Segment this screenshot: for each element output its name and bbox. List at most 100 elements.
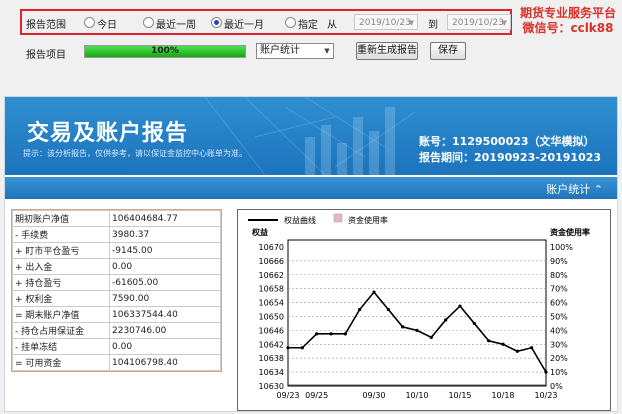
y2-tick-label: 20%	[550, 354, 568, 363]
y-tick-label: 10646	[259, 326, 284, 335]
equity-chart: 权益曲线 资金使用率 权益 资金使用率 10630 0% 10634 10% 10638 20% 1…	[237, 209, 611, 411]
equity-point	[487, 339, 491, 343]
radio-custom[interactable]	[285, 17, 296, 28]
row-value: 104106798.40	[109, 354, 221, 371]
report-panel: 交易及账户报告 提示：该分析报告，仅供参考，请以保证金监控中心账单为准。 账号：…	[4, 96, 618, 412]
y2-tick-label: 60%	[550, 299, 568, 308]
table-row: - 持仓占用保证金 2230746.00	[12, 322, 221, 339]
equity-point	[386, 307, 390, 312]
row-value: 7590.00	[109, 290, 221, 307]
equity-point	[429, 335, 433, 339]
radio-last-month[interactable]	[211, 17, 222, 28]
range-label: 报告范围	[26, 20, 66, 31]
regenerate-report-button[interactable]: 重新生成报告	[356, 42, 418, 60]
from-label: 从	[327, 20, 337, 31]
table-row: + 盯市平仓盈亏 -9145.00	[12, 242, 221, 259]
y-tick-label: 10658	[259, 285, 284, 294]
y-tick-label: 10634	[259, 368, 284, 377]
x-tick-label: 10/15	[448, 391, 471, 400]
table-row: + 出入金 0.00	[12, 258, 221, 275]
equity-series-line	[288, 290, 547, 373]
equity-point	[472, 321, 476, 326]
row-value: 0.00	[109, 338, 221, 355]
equity-point	[415, 328, 419, 332]
x-tick-label: 09/30	[362, 391, 385, 400]
watermark: 期货专业服务平台 微信号：cclk88	[520, 6, 616, 36]
to-date-value: 2019/10/23	[452, 18, 504, 28]
row-label: - 持仓占用保证金	[12, 322, 110, 339]
y2-tick-label: 90%	[550, 257, 568, 266]
watermark-line1: 期货专业服务平台	[519, 6, 616, 20]
row-label: = 期末账户净值	[12, 306, 110, 323]
from-date-value: 2019/10/23	[359, 18, 411, 28]
y-tick-label: 10638	[259, 354, 284, 363]
from-date-picker[interactable]: 2019/10/23 ▼	[354, 14, 418, 30]
row-label: + 持仓盈亏	[12, 274, 110, 291]
radio-last-week-label[interactable]: 最近一周	[156, 16, 196, 31]
report-tip: 提示：该分析报告，仅供参考，请以保证金监控中心账单为准。	[23, 149, 247, 158]
y-tick-label: 10662	[259, 271, 284, 280]
equity-point	[530, 346, 534, 350]
equity-point	[358, 307, 362, 312]
row-value: 2230746.00	[109, 322, 221, 339]
row-value: 0.00	[109, 258, 221, 275]
to-date-picker[interactable]: 2019/10/23 ▼	[447, 14, 511, 30]
report-period: 报告期间：20190923-20191023	[419, 151, 602, 164]
row-label: + 出入金	[12, 258, 110, 275]
equity-point	[286, 346, 290, 350]
equity-chart-svg: 权益曲线 资金使用率权益 资金使用率10630 0%10634 10%10638 20%1…	[248, 213, 590, 400]
radio-today[interactable]	[84, 17, 95, 28]
report-item-select-value: 账户统计	[260, 45, 300, 56]
radio-last-month-label[interactable]: 最近一月	[224, 16, 264, 31]
account-stats-table: 期初账户净值 106404684.77- 手续费 3980.37 + 盯市平仓盈亏 -9…	[11, 209, 222, 372]
x-tick-label: 10/10	[405, 391, 428, 400]
report-title: 交易及账户报告	[27, 121, 189, 146]
section-title: 账户统计 ⌃	[546, 183, 603, 196]
row-value: 106337544.40	[109, 306, 221, 323]
radio-today-label[interactable]: 今日	[97, 16, 117, 31]
equity-point	[315, 332, 319, 336]
y-axis-title: 权益	[251, 227, 268, 237]
equity-point	[401, 325, 405, 329]
row-label: + 权利金	[12, 290, 110, 307]
equity-point	[501, 342, 505, 346]
x-tick-label: 09/25	[305, 391, 328, 400]
y-tick-label: 10630	[259, 382, 284, 391]
equity-point	[544, 370, 548, 374]
toolbar: 报告范围 今日 最近一周 最近一月 指定 从 2019/10/23 ▼ 到 20…	[0, 0, 622, 92]
table-row: + 持仓盈亏 -61605.00	[12, 274, 221, 291]
equity-point	[329, 332, 333, 336]
equity-point	[458, 304, 462, 308]
radio-custom-label[interactable]: 指定	[298, 16, 318, 31]
y2-tick-label: 100%	[550, 243, 573, 252]
y2-tick-label: 10%	[550, 368, 568, 377]
report-banner: 交易及账户报告 提示：该分析报告，仅供参考，请以保证金监控中心账单为准。 账号：…	[5, 97, 617, 175]
watermark-line2: 微信号：cclk88	[522, 21, 614, 35]
y2-axis-title: 资金使用率	[550, 227, 590, 237]
progress-text: 100%	[151, 46, 179, 56]
y-tick-label: 10670	[259, 243, 284, 252]
y-tick-label: 10666	[259, 257, 284, 266]
save-button[interactable]: 保存	[430, 42, 466, 60]
table-row: - 挂单冻结 0.00	[12, 338, 221, 355]
x-tick-label: 10/23	[534, 391, 557, 400]
y2-tick-label: 70%	[550, 285, 568, 294]
y-tick-label: 10650	[259, 312, 284, 321]
equity-point	[444, 318, 448, 322]
row-label: + 盯市平仓盈亏	[12, 242, 110, 259]
row-label: - 挂单冻结	[12, 338, 110, 355]
chevron-down-icon: ▼	[408, 19, 414, 27]
row-value: 3980.37	[109, 226, 221, 243]
report-item-select[interactable]: 账户统计 ▼	[256, 43, 334, 59]
y2-tick-label: 80%	[550, 271, 568, 280]
radio-last-week[interactable]	[143, 17, 154, 28]
equity-point	[372, 290, 376, 294]
row-value: -61605.00	[109, 274, 221, 291]
x-tick-label: 10/18	[491, 391, 514, 400]
table-row: - 手续费 3980.37	[12, 226, 221, 243]
y2-tick-label: 50%	[550, 312, 568, 321]
section-header-account-stats[interactable]: 账户统计 ⌃	[5, 177, 617, 199]
y-tick-label: 10642	[259, 340, 284, 349]
equity-point	[343, 332, 347, 336]
row-label: - 手续费	[12, 226, 110, 243]
